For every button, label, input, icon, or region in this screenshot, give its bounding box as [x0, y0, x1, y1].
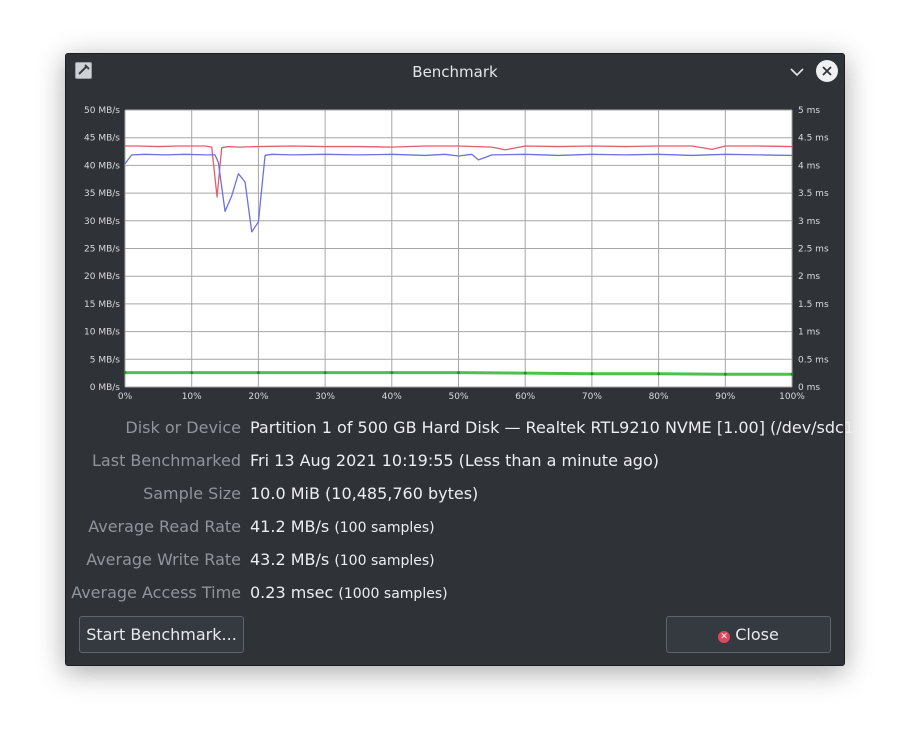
- x-tick-label: 100%: [779, 392, 805, 402]
- y-left-tick-label: 50 MB/s: [84, 106, 120, 116]
- access-time-point: [190, 371, 194, 374]
- access-time-point: [257, 371, 260, 374]
- access-time-point: [523, 371, 527, 375]
- x-tick-label: 30%: [315, 392, 335, 402]
- y-left-tick-label: 15 MB/s: [84, 300, 120, 310]
- label-average-write-rate: Average Write Rate: [86, 550, 241, 569]
- y-right-tick-label: 3 ms: [798, 217, 820, 227]
- value-average-write-rate: 43.2 MB/s (100 samples): [250, 550, 435, 569]
- x-tick-label: 50%: [448, 392, 468, 402]
- chevron-down-icon: [790, 68, 804, 77]
- label-sample-size: Sample Size: [143, 484, 241, 503]
- value-last-benchmarked: Fri 13 Aug 2021 10:19:55 (Less than a mi…: [250, 451, 659, 470]
- x-tick-label: 40%: [382, 392, 402, 402]
- minimize-button[interactable]: [788, 63, 806, 81]
- access-time-point: [123, 371, 127, 374]
- y-left-tick-label: 20 MB/s: [84, 272, 120, 282]
- benchmark-dialog: Benchmark 0% 10% 20% 30% 40% 50% 60% 70% 80% 90% 1…: [65, 53, 860, 666]
- y-left-tick-label: 45 MB/s: [84, 134, 120, 144]
- x-tick-label: 80%: [649, 392, 669, 402]
- y-left-tick-label: 5 MB/s: [90, 355, 121, 365]
- y-left-tick-label: 25 MB/s: [84, 245, 120, 255]
- read-rate-text: 41.2 MB/s: [250, 517, 330, 536]
- y-left-tick-label: 40 MB/s: [84, 161, 120, 171]
- x-tick-label: 60%: [515, 392, 535, 402]
- write-rate-samples: (100 samples): [334, 553, 435, 569]
- x-tick-label: 20%: [248, 392, 268, 402]
- benchmark-chart-svg: 0% 10% 20% 30% 40% 50% 60% 70% 80% 90% 100% 0 MB/s 5…: [84, 106, 829, 402]
- y-right-tick-label: 4 ms: [798, 161, 820, 171]
- x-tick-label: 90%: [715, 392, 735, 402]
- y-right-tick-label: 0 ms: [798, 383, 820, 393]
- label-average-read-rate: Average Read Rate: [88, 517, 241, 536]
- access-time-point: [790, 372, 794, 376]
- last-benchmarked-text: Fri 13 Aug 2021 10:19:55 (Less than a mi…: [250, 451, 659, 470]
- value-average-access-time: 0.23 msec (1000 samples): [250, 583, 448, 602]
- y-right-tick-label: 3.5 ms: [798, 189, 829, 199]
- y-right-tick-label: 2.5 ms: [798, 245, 829, 255]
- start-benchmark-button[interactable]: Start Benchmark...: [79, 616, 244, 653]
- benchmark-chart: 0% 10% 20% 30% 40% 50% 60% 70% 80% 90% 100% 0 MB/s 5…: [74, 102, 838, 406]
- access-time-point: [590, 372, 594, 376]
- window-title: Benchmark: [412, 63, 498, 81]
- title-bar[interactable]: Benchmark: [66, 54, 844, 90]
- label-disk-device: Disk or Device: [125, 418, 241, 437]
- y-left-tick-label: 35 MB/s: [84, 189, 120, 199]
- y-right-tick-label: 2 ms: [798, 272, 820, 282]
- access-time-point: [723, 372, 727, 376]
- x-tick-label: 0%: [118, 392, 133, 402]
- access-time-text: 0.23 msec: [250, 583, 334, 602]
- value-sample-size: 10.0 MiB (10,485,760 bytes): [250, 484, 478, 503]
- sample-size-text: 10.0 MiB (10,485,760 bytes): [250, 484, 479, 503]
- y-right-tick-label: 5 ms: [798, 106, 820, 116]
- y-left-tick-label: 0 MB/s: [90, 383, 121, 393]
- x-tick-label: 70%: [582, 392, 602, 402]
- y-right-tick-label: 4.5 ms: [798, 134, 829, 144]
- close-icon: [822, 66, 832, 76]
- access-time-samples: (1000 samples): [338, 586, 448, 602]
- label-average-access-time: Average Access Time: [71, 583, 241, 602]
- read-rate-samples: (100 samples): [334, 520, 435, 536]
- y-right-tick-label: 0.5 ms: [798, 355, 829, 365]
- y-right-tick-label: 1 ms: [798, 328, 820, 338]
- value-average-read-rate: 41.2 MB/s (100 samples): [250, 517, 435, 536]
- close-label: Close: [735, 625, 779, 644]
- close-circle-icon: ✕: [718, 631, 731, 643]
- access-time-point: [390, 371, 394, 374]
- access-time-point: [657, 372, 660, 376]
- disk-device-text: Partition 1 of 500 GB Hard Disk — Realte…: [250, 418, 861, 437]
- y-left-tick-label: 30 MB/s: [84, 217, 120, 227]
- close-button[interactable]: ✕ Close: [666, 616, 831, 653]
- value-disk-device: Partition 1 of 500 GB Hard Disk — Realte…: [250, 418, 860, 437]
- label-last-benchmarked: Last Benchmarked: [92, 451, 241, 470]
- write-rate-text: 43.2 MB/s: [250, 550, 330, 569]
- access-time-point: [323, 371, 327, 374]
- access-time-point: [457, 371, 460, 374]
- start-benchmark-label: Start Benchmark...: [86, 625, 237, 644]
- y-left-tick-label: 10 MB/s: [84, 328, 120, 338]
- window-close-button[interactable]: [816, 60, 838, 82]
- x-tick-label: 10%: [182, 392, 202, 402]
- y-right-tick-label: 1.5 ms: [798, 300, 829, 310]
